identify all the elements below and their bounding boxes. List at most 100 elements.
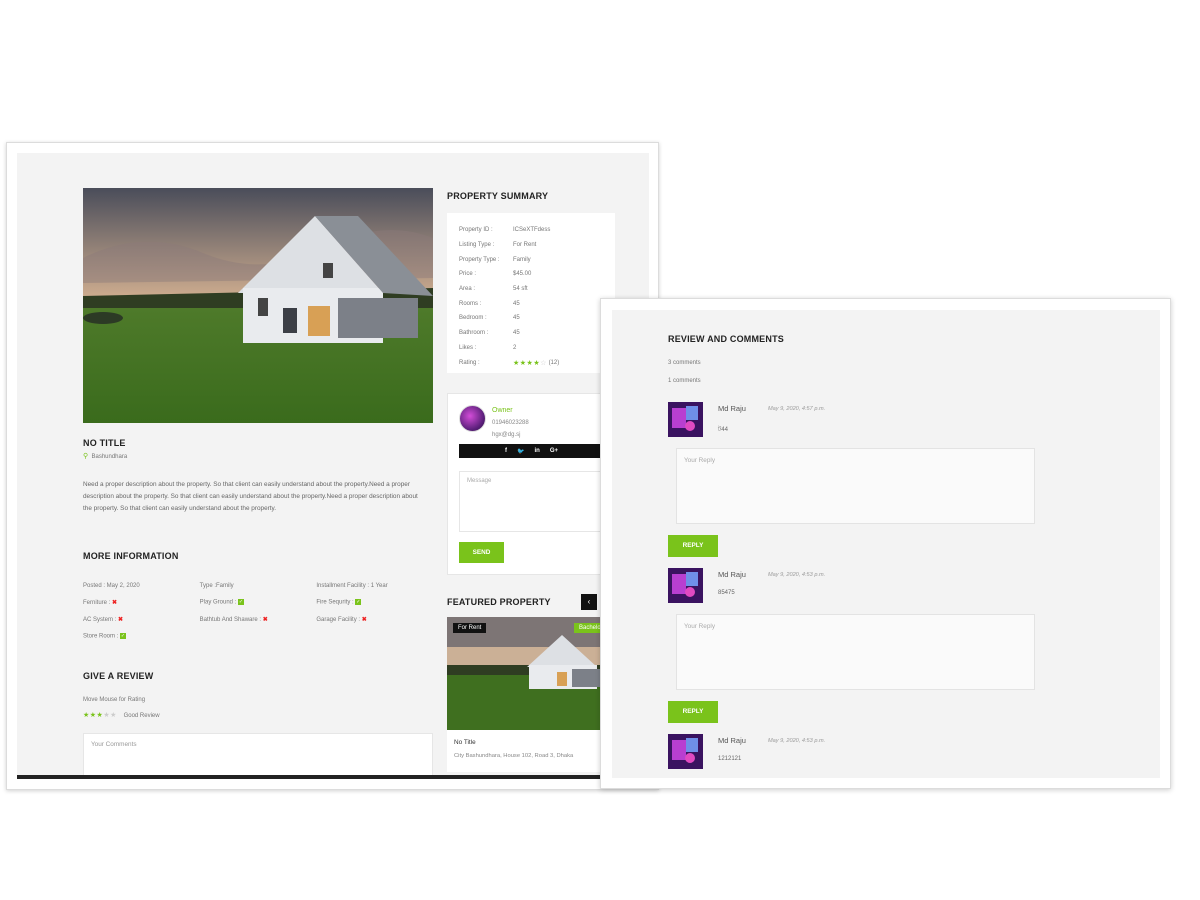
twitter-icon[interactable]: 🐦 [517,448,524,455]
review-comment-field[interactable]: Your Comments [83,733,433,779]
summary-value: ICSeXTFdess [513,227,551,234]
for-rent-badge: For Rent [453,623,487,633]
rating-input[interactable]: ★★★★★ Good Review [83,710,160,722]
summary-key: Rating : [459,359,480,366]
info-bathtub: Bathtub And Shaware : ✖ [200,616,317,623]
property-main-image [83,188,433,423]
chevron-left-icon[interactable]: ‹ [581,594,597,610]
summary-row: Price : $45.00 [459,267,603,282]
summary-value: Family [513,256,531,263]
agent-name[interactable]: Owner [492,407,513,414]
social-links-bar: f 🐦 in G+ [459,444,604,458]
reply-field[interactable]: Your Reply [676,448,1035,524]
property-summary-table: Property ID : ICSeXTFdess Listing Type : F… [447,213,615,373]
property-location: ⚲ Bashundhara [83,451,127,463]
info-store-room: Store Room : ✓ [83,633,200,640]
comment-date: May 9, 2020, 4:53 p.m. [768,572,826,578]
summary-value: 45 [513,300,520,307]
summary-value: For Rent [513,242,537,249]
featured-property-image[interactable]: For Rent Bachelor [447,617,619,730]
google-plus-icon[interactable]: G+ [550,448,558,454]
summary-key: Bedroom : [459,315,487,322]
featured-address: City Bashundhara, House 102, Road 3, Dha… [454,753,574,759]
comment-author: Md Raju [718,570,746,579]
check-icon: ✓ [120,633,127,640]
comments-screenshot: REVIEW AND COMMENTS 3 comments 1 comment… [600,298,1171,789]
cross-icon: ✖ [262,617,268,623]
send-button[interactable]: SEND [459,542,504,563]
avatar [459,405,486,432]
check-icon: ✓ [238,599,245,606]
rating-count: (12) [548,359,560,366]
summary-key: Property ID : [459,227,493,234]
info-row: Store Room : ✓ [83,628,433,645]
property-detail-screenshot: NO TITLE ⚲ Bashundhara Need a proper des… [6,142,659,790]
info-label: Garage Facility : [316,617,361,623]
comment-date: May 9, 2020, 4:53 p.m. [768,738,826,744]
summary-key: Area : [459,286,476,293]
agent-phone: 01946023288 [492,420,529,426]
star-rating-icon[interactable]: ★★★★★ [83,712,117,719]
comment-author: Md Raju [718,404,746,413]
agent-contact-card: Owner 01946023288 hgx@dg.sj f 🐦 in G+ Me… [447,393,617,575]
info-label: Store Room : [83,633,119,640]
summary-row: Area : 54 sft [459,282,603,297]
info-garage: Garage Facility : ✖ [316,616,433,623]
reply-field[interactable]: Your Reply [676,614,1035,690]
summary-row: Listing Type : For Rent [459,238,603,253]
info-label: Ferniture : [83,600,111,606]
summary-row: Property Type : Family [459,252,603,267]
reply-button[interactable]: REPLY [668,535,718,557]
summary-heading: PROPERTY SUMMARY [447,191,549,201]
info-row: Ferniture : ✖ Play Ground : ✓ Fire Sequr… [83,594,433,611]
summary-row: Property ID : ICSeXTFdess [459,223,603,238]
comment-text: 1212121 [718,756,742,762]
comment-author: Md Raju [718,736,746,745]
summary-key: Likes : [459,344,477,351]
featured-property-card[interactable]: For Rent Bachelor No Title City Bashundh… [447,617,619,772]
more-info-heading: MORE INFORMATION [83,551,179,561]
property-description: Need a proper description about the prop… [83,481,418,512]
property-detail-page: NO TITLE ⚲ Bashundhara Need a proper des… [17,153,649,779]
summary-key: Listing Type : [459,242,495,249]
info-row: AC System : ✖ Bathtub And Shaware : ✖ Ga… [83,611,433,628]
info-installment: Installment Facility : 1 Year [316,582,388,589]
info-fire-security: Fire Sequrity : ✓ [316,599,433,606]
facebook-icon[interactable]: f [505,448,507,454]
info-label: Bathtub And Shaware : [199,617,262,623]
info-label: Fire Sequrity : [316,599,354,606]
info-posted: Posted : May 2, 2020 [83,582,140,589]
summary-key: Bathroom : [459,330,489,337]
comment-text: 85475 [718,590,735,596]
rating-hint: Move Mouse for Rating [83,697,146,703]
cross-icon: ✖ [118,617,124,623]
summary-row: Rating : ★★★★☆ (12) [459,355,603,370]
give-review-heading: GIVE A REVIEW [83,671,154,681]
featured-heading: FEATURED PROPERTY [447,597,551,607]
info-playground: Play Ground : ✓ [200,599,317,606]
message-field[interactable]: Message [459,471,606,532]
summary-value: $45.00 [513,271,532,278]
summary-row: Rooms : 45 [459,296,603,311]
avatar [668,402,703,437]
cross-icon: ✖ [112,600,118,606]
summary-value: 2 [513,344,517,351]
comment-date: May 9, 2020, 4:57 p.m. [768,406,826,412]
summary-value: 54 sft [513,286,528,293]
comments-heading: REVIEW AND COMMENTS [668,334,784,344]
info-type: Type :Family [199,582,234,589]
summary-key: Rooms : [459,300,482,307]
more-info-grid: Posted : May 2, 2020 Type :Family Instal… [83,577,433,645]
footer-bar [17,775,649,779]
linkedin-icon[interactable]: in [534,448,539,454]
check-icon: ✓ [355,599,362,606]
agent-email: hgx@dg.sj [492,432,521,438]
reply-button[interactable]: REPLY [668,701,718,723]
location-text: Bashundhara [91,454,128,460]
comment-text: ট44 [718,427,728,433]
comments-count-secondary: 1 comments [668,378,701,384]
featured-title[interactable]: No Title [454,739,476,746]
avatar [668,568,703,603]
summary-row: Bedroom : 45 [459,311,603,326]
summary-key: Property Type : [459,256,500,263]
